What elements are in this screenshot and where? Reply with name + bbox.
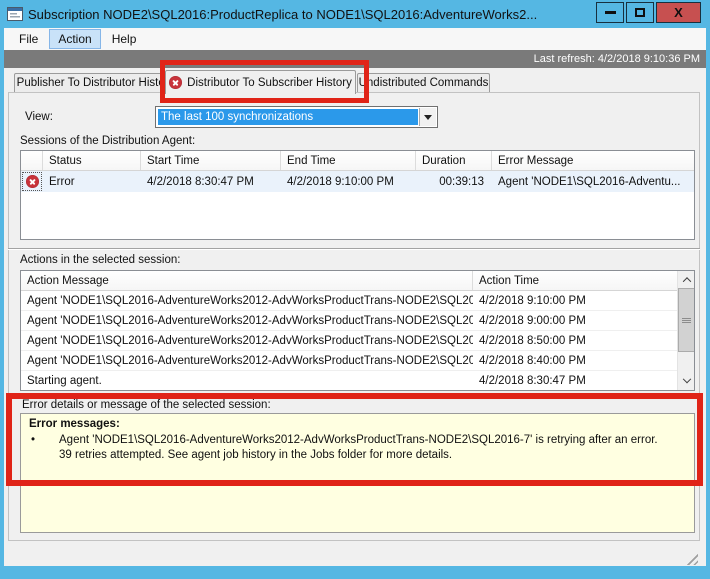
view-dropdown[interactable]: The last 100 synchronizations [155, 106, 438, 128]
session-duration: 00:39:13 [416, 171, 492, 192]
maximize-icon [635, 8, 645, 17]
scroll-up-button[interactable] [678, 271, 695, 288]
tab-undistributed-commands[interactable]: Undistributed Commands [357, 73, 490, 92]
action-message: Agent 'NODE1\SQL2016-AdventureWorks2012-… [21, 351, 473, 370]
action-message: Starting agent. [21, 371, 473, 391]
minimize-icon [605, 11, 616, 14]
column-header-icon[interactable] [21, 151, 43, 170]
window-icon [7, 7, 23, 21]
action-row[interactable]: Agent 'NODE1\SQL2016-AdventureWorks2012-… [21, 351, 677, 371]
column-header-status[interactable]: Status [43, 151, 141, 170]
column-header-end-time[interactable]: End Time [281, 151, 416, 170]
minimize-button[interactable] [596, 2, 624, 23]
session-start-time: 4/2/2018 8:30:47 PM [141, 171, 281, 192]
error-message-text: Agent 'NODE1\SQL2016-AdventureWorks2012-… [59, 433, 659, 463]
sessions-table-header: Status Start Time End Time Duration Erro… [21, 151, 694, 171]
error-details-box: Error messages: • Agent 'NODE1\SQL2016-A… [20, 413, 695, 533]
tab-label: Distributor To Subscriber History [187, 77, 352, 89]
menu-action[interactable]: Action [49, 29, 100, 49]
column-header-start-time[interactable]: Start Time [141, 151, 281, 170]
scrollbar-thumb[interactable] [678, 288, 695, 352]
window-controls: X [596, 2, 701, 23]
action-time: 4/2/2018 8:50:00 PM [473, 331, 677, 350]
chevron-down-icon [682, 374, 690, 382]
view-label: View: [25, 111, 53, 123]
chevron-down-icon [424, 115, 432, 120]
maximize-button[interactable] [626, 2, 654, 23]
window-border-right [706, 28, 710, 566]
actions-table-header: Action Message Action Time [21, 271, 677, 291]
last-refresh-bar: Last refresh: 4/2/2018 9:10:36 PM [4, 50, 706, 68]
action-message: Agent 'NODE1\SQL2016-AdventureWorks2012-… [21, 331, 473, 350]
close-button[interactable]: X [656, 2, 701, 23]
error-messages-heading: Error messages: [29, 417, 686, 432]
action-row[interactable]: Starting agent. 4/2/2018 8:30:47 PM [21, 371, 677, 391]
chevron-up-icon [682, 277, 690, 285]
error-icon [169, 76, 182, 89]
error-details-label: Error details or message of the selected… [22, 399, 271, 411]
column-header-action-time[interactable]: Action Time [473, 271, 677, 290]
session-status-icon-cell [21, 171, 43, 192]
menu-file[interactable]: File [10, 29, 47, 49]
window-title: Subscription NODE2\SQL2016:ProductReplic… [28, 7, 537, 22]
error-icon [26, 175, 39, 188]
column-header-action-message[interactable]: Action Message [21, 271, 473, 290]
actions-label: Actions in the selected session: [20, 254, 180, 266]
subscription-history-window: Subscription NODE2\SQL2016:ProductReplic… [0, 0, 710, 579]
session-end-time: 4/2/2018 9:10:00 PM [281, 171, 416, 192]
view-dropdown-value: The last 100 synchronizations [158, 109, 418, 125]
close-icon: X [674, 6, 683, 19]
tab-label: Undistributed Commands [359, 77, 489, 89]
last-refresh-text: Last refresh: 4/2/2018 9:10:36 PM [534, 53, 700, 65]
bullet-icon: • [29, 433, 59, 463]
action-message: Agent 'NODE1\SQL2016-AdventureWorks2012-… [21, 291, 473, 310]
sessions-label: Sessions of the Distribution Agent: [20, 135, 195, 147]
action-time: 4/2/2018 8:40:00 PM [473, 351, 677, 370]
scroll-down-button[interactable] [678, 373, 695, 390]
column-header-duration[interactable]: Duration [416, 151, 492, 170]
action-time: 4/2/2018 9:10:00 PM [473, 291, 677, 310]
action-row[interactable]: Agent 'NODE1\SQL2016-AdventureWorks2012-… [21, 331, 677, 351]
action-time: 4/2/2018 9:00:00 PM [473, 311, 677, 330]
scrollbar-grip-icon [682, 318, 691, 323]
action-row[interactable]: Agent 'NODE1\SQL2016-AdventureWorks2012-… [21, 311, 677, 331]
action-row[interactable]: Agent 'NODE1\SQL2016-AdventureWorks2012-… [21, 291, 677, 311]
view-dropdown-button[interactable] [419, 108, 436, 126]
session-status: Error [43, 171, 141, 192]
error-message-item: • Agent 'NODE1\SQL2016-AdventureWorks201… [29, 433, 686, 463]
action-time: 4/2/2018 8:30:47 PM [473, 371, 677, 391]
menu-help[interactable]: Help [103, 29, 146, 49]
sessions-table: Status Start Time End Time Duration Erro… [20, 150, 695, 240]
session-error-message: Agent 'NODE1\SQL2016-Adventu... [492, 171, 694, 192]
section-divider [8, 248, 700, 250]
action-message: Agent 'NODE1\SQL2016-AdventureWorks2012-… [21, 311, 473, 330]
menu-bar: File Action Help [4, 28, 706, 50]
tab-label: Publisher To Distributor History [17, 77, 175, 89]
window-border-bottom [0, 566, 710, 579]
actions-table: Action Message Action Time Agent 'NODE1\… [20, 270, 695, 391]
session-row[interactable]: Error 4/2/2018 8:30:47 PM 4/2/2018 9:10:… [21, 171, 694, 192]
column-header-error-message[interactable]: Error Message [492, 151, 694, 170]
tab-publisher-to-distributor-history[interactable]: Publisher To Distributor History [14, 73, 177, 92]
tab-distributor-to-subscriber-history[interactable]: Distributor To Subscriber History [165, 70, 356, 94]
titlebar[interactable]: Subscription NODE2\SQL2016:ProductReplic… [0, 0, 710, 28]
actions-scrollbar[interactable] [677, 271, 694, 390]
